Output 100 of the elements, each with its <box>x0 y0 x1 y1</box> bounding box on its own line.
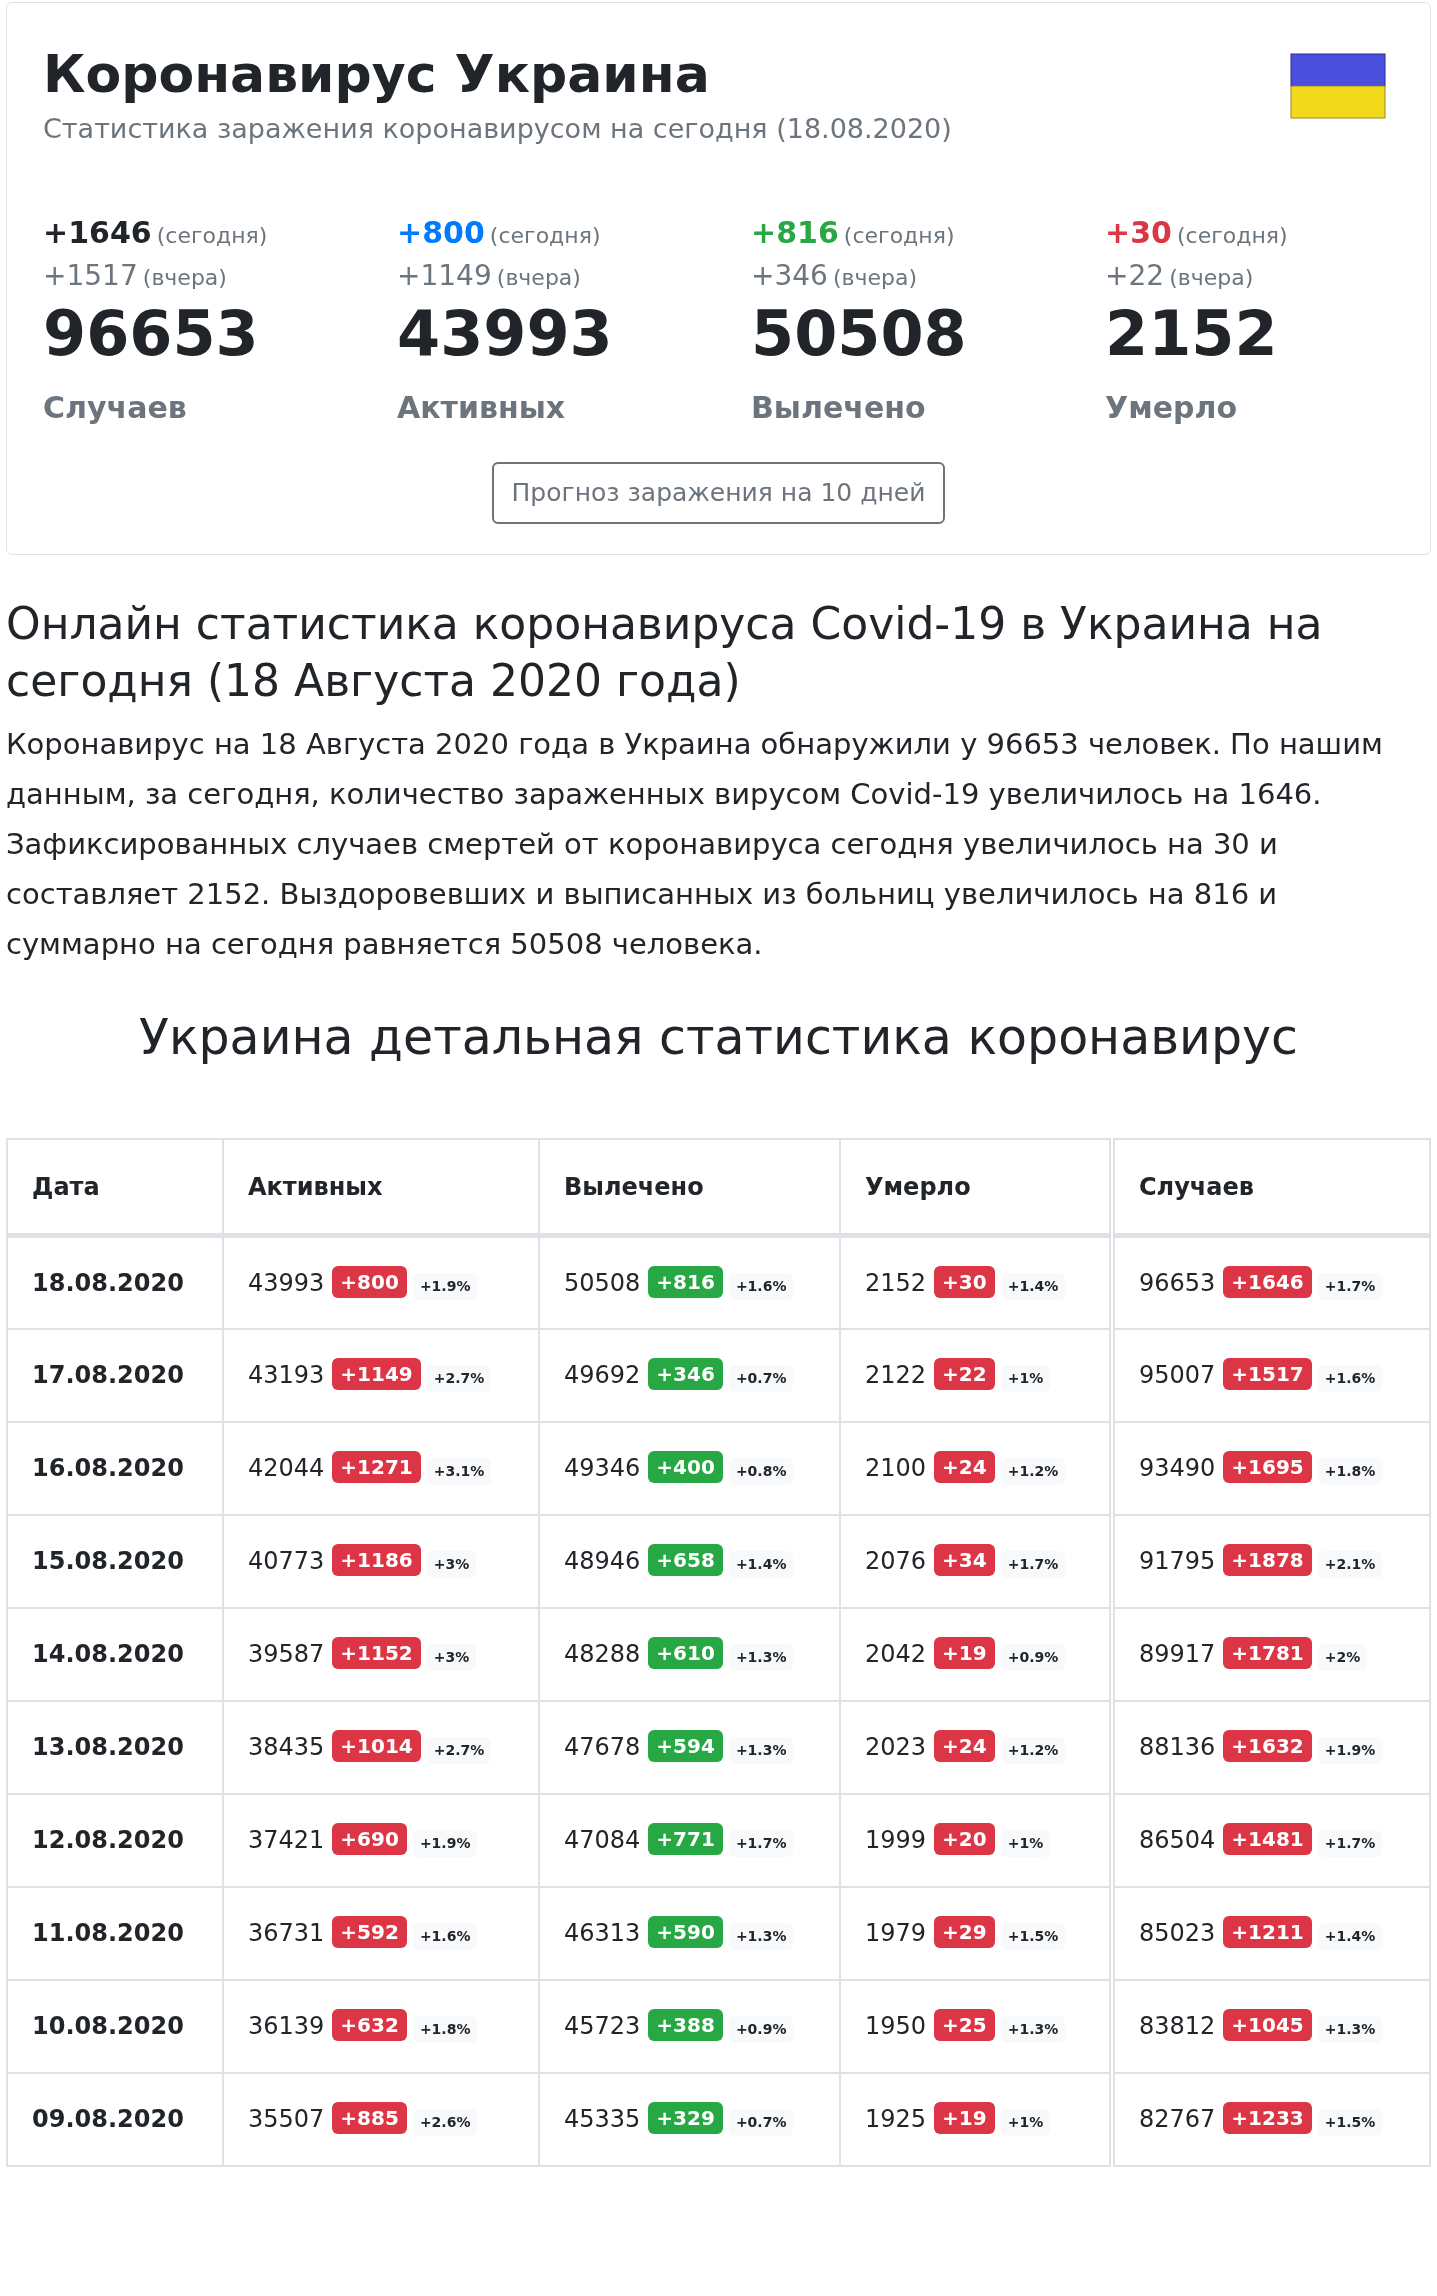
change-badge: +19 <box>934 2102 995 2135</box>
percent-badge: +1.3% <box>728 1644 794 1672</box>
change-badge: +610 <box>648 1637 723 1670</box>
percent-badge: +1.4% <box>728 1551 794 1579</box>
percent-badge: +1.7% <box>1317 1830 1383 1858</box>
change-badge: +592 <box>332 1916 407 1949</box>
change-badge: +632 <box>332 2009 407 2042</box>
change-badge: +329 <box>648 2102 723 2135</box>
percent-badge: +0.9% <box>728 2016 794 2044</box>
percent-badge: +1.7% <box>1000 1551 1066 1579</box>
stat-label: Умерло <box>1105 390 1238 426</box>
column-header: Активных <box>223 1138 539 1236</box>
column-header: Дата <box>7 1138 223 1236</box>
forecast-button[interactable]: Прогноз заражения на 10 дней <box>491 462 946 524</box>
value-text: 93490 <box>1139 1454 1216 1483</box>
value-text: 45335 <box>564 2105 641 2134</box>
value-text: 83812 <box>1139 2012 1216 2041</box>
percent-badge: +1.5% <box>1317 2109 1383 2137</box>
value-text: 86504 <box>1139 1826 1216 1855</box>
value-text: 50508 <box>564 1269 641 1298</box>
column-header: Случаев <box>1112 1138 1430 1236</box>
change-badge: +1211 <box>1223 1916 1312 1949</box>
value-text: 89917 <box>1139 1640 1216 1669</box>
date-cell: 11.08.2020 <box>7 1886 223 1980</box>
value-text: 36139 <box>248 2012 325 2041</box>
change-badge: +400 <box>648 1451 723 1484</box>
change-badge: +1781 <box>1223 1637 1312 1670</box>
change-badge: +388 <box>648 2009 723 2042</box>
today-label: (сегодня) <box>843 222 955 248</box>
today-label: (сегодня) <box>489 222 601 248</box>
value-text: 1925 <box>865 2105 927 2134</box>
percent-badge: +1.9% <box>412 1273 478 1301</box>
change-badge: +590 <box>648 1916 723 1949</box>
stat-label: Вылечено <box>751 390 926 426</box>
yesterday-count: +1517 <box>43 258 138 292</box>
column-header: Вылечено <box>539 1138 840 1236</box>
change-badge: +1149 <box>332 1358 421 1391</box>
date-cell: 18.08.2020 <box>7 1235 223 1329</box>
percent-badge: +1.4% <box>1000 1273 1066 1301</box>
change-badge: +30 <box>934 1266 995 1299</box>
change-badge: +1646 <box>1223 1266 1312 1299</box>
percent-badge: +2.7% <box>426 1737 492 1765</box>
date-cell: 15.08.2020 <box>7 1514 223 1608</box>
total-count: 50508 <box>751 296 967 370</box>
percent-badge: +0.8% <box>728 1458 794 1486</box>
value-text: 91795 <box>1139 1547 1216 1576</box>
change-badge: +20 <box>934 1823 995 1856</box>
percent-badge: +3% <box>426 1644 477 1672</box>
value-text: 96653 <box>1139 1269 1216 1298</box>
today-count: +1646 <box>43 214 152 250</box>
percent-badge: +1.6% <box>412 1923 478 1951</box>
change-badge: +24 <box>934 1451 995 1484</box>
change-badge: +1695 <box>1223 1451 1312 1484</box>
value-text: 82767 <box>1139 2105 1216 2134</box>
percent-badge: +1.8% <box>412 2016 478 2044</box>
change-badge: +1152 <box>332 1637 421 1670</box>
percent-badge: +0.9% <box>1000 1644 1066 1672</box>
date-cell: 16.08.2020 <box>7 1421 223 1515</box>
date-cell: 12.08.2020 <box>7 1793 223 1887</box>
percent-badge: +1.7% <box>1317 1273 1383 1301</box>
value-text: 47678 <box>564 1733 641 1762</box>
value-text: 49346 <box>564 1454 641 1483</box>
flag-icon <box>1290 53 1386 119</box>
value-text: 40773 <box>248 1547 325 1576</box>
change-badge: +34 <box>934 1544 995 1577</box>
change-badge: +816 <box>648 1266 723 1299</box>
value-text: 49692 <box>564 1361 641 1390</box>
column-header: Умерло <box>840 1138 1112 1236</box>
change-badge: +885 <box>332 2102 407 2135</box>
value-text: 48288 <box>564 1640 641 1669</box>
yesterday-label: (вчера) <box>1169 264 1254 290</box>
value-text: 85023 <box>1139 1919 1216 1948</box>
yesterday-label: (вчера) <box>833 264 918 290</box>
today-label: (сегодня) <box>1177 222 1288 248</box>
percent-badge: +1.3% <box>728 1923 794 1951</box>
stat-label: Активных <box>397 390 566 426</box>
value-text: 1999 <box>865 1826 927 1855</box>
change-badge: +1271 <box>332 1451 421 1484</box>
value-text: 45723 <box>564 2012 641 2041</box>
yesterday-count: +346 <box>751 258 828 292</box>
value-text: 43193 <box>248 1361 325 1390</box>
change-badge: +771 <box>648 1823 723 1856</box>
value-text: 2152 <box>865 1269 927 1298</box>
value-text: 36731 <box>248 1919 325 1948</box>
value-text: 2076 <box>865 1547 927 1576</box>
change-badge: +22 <box>934 1358 995 1391</box>
date-cell: 10.08.2020 <box>7 1979 223 2073</box>
percent-badge: +1.3% <box>1000 2016 1066 2044</box>
page-subtitle: Статистика заражения коронавирусом на сегодня (18.08.2020) <box>43 112 952 147</box>
table-title: Украина детальная статистика коронавирус <box>138 1009 1299 1068</box>
value-text: 37421 <box>248 1826 325 1855</box>
percent-badge: +1.8% <box>1317 1458 1383 1486</box>
change-badge: +1186 <box>332 1544 421 1577</box>
change-badge: +690 <box>332 1823 407 1856</box>
percent-badge: +3% <box>426 1551 477 1579</box>
page-title: Коронавирус Украина <box>43 43 711 106</box>
change-badge: +1632 <box>1223 1730 1312 1763</box>
value-text: 42044 <box>248 1454 325 1483</box>
change-badge: +1233 <box>1223 2102 1312 2135</box>
value-text: 2042 <box>865 1640 927 1669</box>
